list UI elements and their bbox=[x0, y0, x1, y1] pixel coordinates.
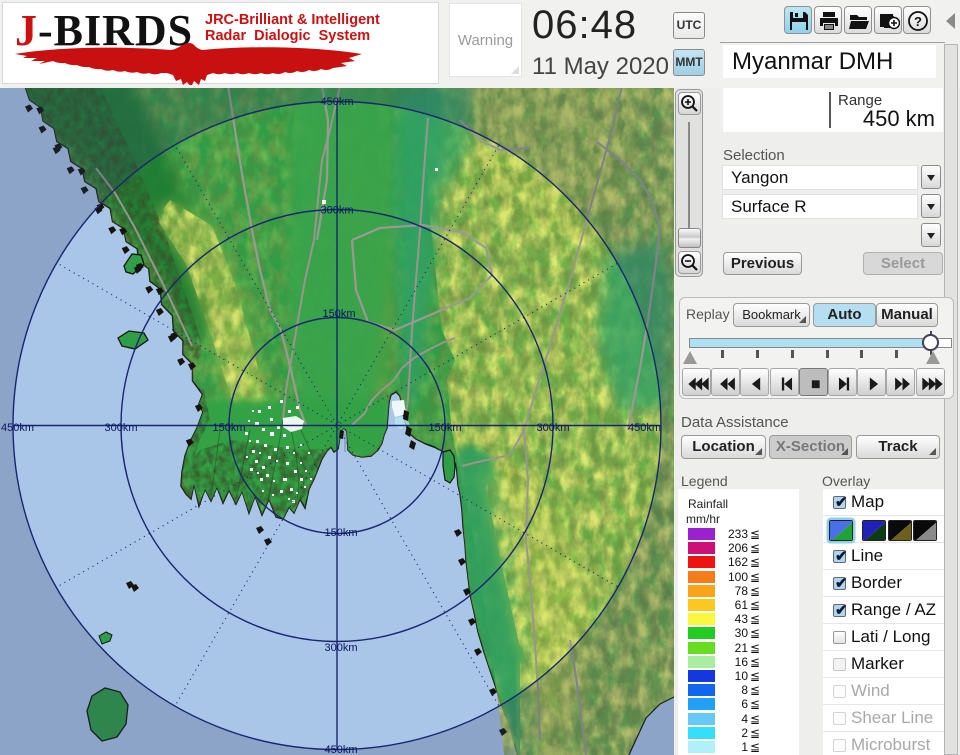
svg-text:150km: 150km bbox=[324, 527, 357, 539]
svg-text:150km: 150km bbox=[322, 308, 355, 320]
svg-text:300km: 300km bbox=[324, 642, 357, 654]
svg-text:300km: 300km bbox=[320, 205, 353, 217]
svg-text:450km: 450km bbox=[324, 744, 357, 755]
svg-text:150km: 150km bbox=[428, 422, 461, 434]
svg-text:300km: 300km bbox=[104, 422, 137, 434]
svg-text:150km: 150km bbox=[212, 422, 245, 434]
svg-text:450km: 450km bbox=[320, 96, 353, 108]
svg-text:300km: 300km bbox=[536, 422, 569, 434]
svg-text:?: ? bbox=[914, 14, 922, 29]
svg-text:450km: 450km bbox=[628, 422, 661, 434]
svg-text:450km: 450km bbox=[1, 422, 34, 434]
